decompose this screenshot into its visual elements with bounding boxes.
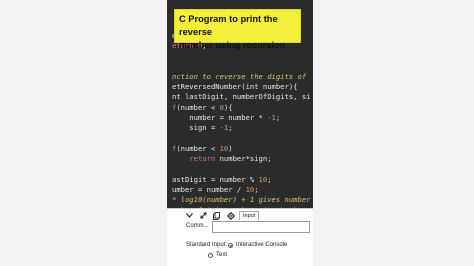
code-token: ){ [223, 102, 233, 112]
code-editor[interactable]: number(number number : %d\n", etch();etu… [167, 0, 313, 208]
code-line: astDigit = number % 10; [172, 175, 313, 185]
code-token: ; [228, 123, 233, 133]
code-token: umber = number / [172, 185, 246, 195]
code-line: return number*sign; [172, 154, 313, 164]
title-text: C Program to print the reverse number us… [179, 13, 299, 52]
code-token: * log10(number) + 1 gives number [172, 195, 311, 205]
code-line: f(number < 10) [172, 144, 313, 154]
code-token: return [189, 154, 216, 164]
code-token: ; [267, 174, 272, 184]
code-line: nt lastDigit, numberOfDigits, si [172, 92, 313, 102]
code-token: (number < [176, 143, 220, 153]
code-token: ; [275, 112, 281, 122]
code-line: umber = number / 10; [172, 185, 313, 195]
code-token: sign = [172, 123, 220, 133]
command-line-input[interactable] [212, 221, 310, 233]
code-token: ) [228, 143, 233, 153]
command-label: Comm... [186, 223, 209, 229]
code-token: 10 [219, 143, 229, 153]
title-banner: C Program to print the reverse number us… [174, 9, 301, 50]
text-radio[interactable] [208, 253, 213, 258]
standard-input-label: Standard Input: [186, 242, 228, 248]
panel-toolbar: Input [167, 210, 313, 221]
code-token: -1 [219, 123, 229, 133]
code-token: astDigit = number % [172, 174, 259, 184]
code-token: -1 [267, 112, 276, 122]
code-token: 10 [258, 174, 268, 184]
video-frame: number(number number : %d\n", etch();etu… [167, 0, 313, 266]
settings-icon[interactable] [226, 211, 235, 220]
code-token: nt lastDigit, numberOfDigits, si [172, 92, 311, 102]
code-token: (number < [176, 102, 220, 112]
chevron-down-icon[interactable] [185, 211, 194, 220]
interactive-console-label: Interactive Console [236, 242, 288, 248]
io-panel: Input Comm... Standard Input: Interactiv… [167, 208, 313, 266]
title-line-1: C Program to print the reverse [179, 14, 278, 37]
expand-icon[interactable] [199, 211, 208, 220]
code-line: etReversedNumber(int number){ [172, 82, 313, 92]
code-line: f(number < 0){ [172, 103, 313, 113]
code-line: number = number * -1; [172, 113, 313, 123]
title-line-2: number using recursion [179, 40, 286, 50]
interactive-console-radio[interactable] [228, 243, 233, 248]
code-token: ; [254, 185, 259, 195]
code-line: * log10(number) + 1 gives number [172, 195, 313, 205]
text-option-label: Text [216, 252, 228, 258]
input-tab[interactable]: Input [239, 211, 260, 220]
code-line: nction to reverse the digits of [172, 72, 313, 82]
code-token: number*sign; [215, 154, 272, 164]
copy-icon[interactable] [212, 211, 221, 220]
code-token: etReversedNumber(int number){ [172, 82, 298, 92]
code-token: nction to reverse the digits of [172, 71, 311, 81]
code-line: sign = -1; [172, 123, 313, 133]
code-token: number = number * [172, 112, 268, 122]
code-token: 10 [245, 185, 255, 195]
